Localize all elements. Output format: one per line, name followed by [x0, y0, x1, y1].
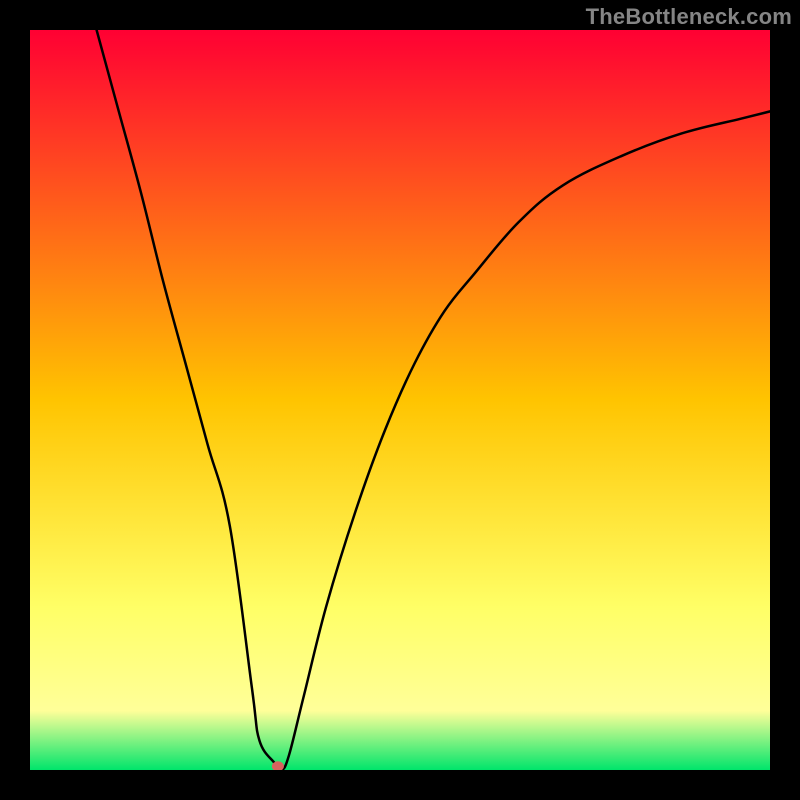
bottleneck-chart [30, 30, 770, 770]
watermark-text: TheBottleneck.com [586, 4, 792, 30]
chart-frame: TheBottleneck.com [0, 0, 800, 800]
